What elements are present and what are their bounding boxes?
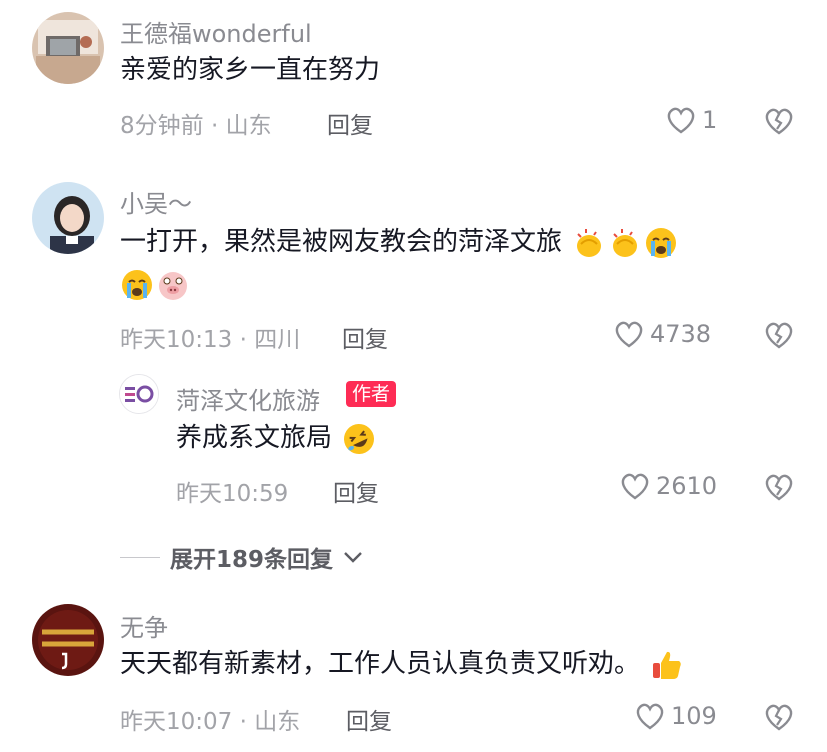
- expand-replies-button[interactable]: 展开189条回复: [120, 540, 363, 574]
- heart-icon: [615, 321, 643, 348]
- expand-replies-label: 展开189条回复: [170, 547, 334, 573]
- like-count: 2610: [656, 472, 718, 500]
- like-button[interactable]: 2610: [620, 472, 717, 500]
- like-button[interactable]: 1: [666, 106, 717, 134]
- comment-text-line2: [120, 266, 190, 302]
- comment-author[interactable]: 无争: [120, 608, 168, 643]
- reply-button[interactable]: 回复: [327, 106, 373, 140]
- comment-text-content: 一打开，果然是被网友教会的菏泽文旅: [120, 227, 563, 257]
- comment-text: 亲爱的家乡一直在努力: [120, 52, 380, 88]
- comment-meta: 昨天10:13 · 四川: [120, 327, 301, 353]
- reply-meta: 昨天10:59: [176, 481, 289, 507]
- heart-icon: [621, 473, 649, 500]
- rolling-on-floor-laughing-emoji: [344, 423, 375, 454]
- comment-text-content: 天天都有新素材，工作人员认真负责又听劝。: [120, 649, 641, 679]
- heart-icon: [667, 107, 695, 134]
- reply-button[interactable]: 回复: [342, 320, 388, 354]
- like-button[interactable]: 109: [635, 702, 717, 730]
- comment-author[interactable]: 小吴～: [120, 184, 192, 219]
- dislike-icon[interactable]: [764, 473, 794, 501]
- reply-text-content: 养成系文旅局: [176, 423, 333, 453]
- avatar[interactable]: [119, 374, 159, 414]
- dislike-icon[interactable]: [764, 107, 794, 135]
- clapping-hands-emoji: [613, 228, 638, 257]
- dislike-icon[interactable]: [764, 321, 794, 349]
- like-button[interactable]: 4738: [614, 320, 711, 348]
- reply-author[interactable]: 菏泽文化旅游: [176, 381, 320, 416]
- clapping-hands-emoji: [577, 228, 602, 257]
- loudly-crying-emoji: [122, 269, 152, 300]
- reply-button[interactable]: 回复: [333, 474, 379, 508]
- divider: [120, 556, 160, 558]
- comment-text: 一打开，果然是被网友教会的菏泽文旅: [120, 224, 678, 260]
- comment-author[interactable]: 王德福wonderful: [120, 14, 312, 49]
- like-count: 1: [702, 106, 718, 134]
- reply-button[interactable]: 回复: [346, 702, 392, 736]
- comment-meta: 昨天10:07 · 山东: [120, 709, 301, 735]
- author-badge: 作者: [346, 381, 397, 407]
- avatar[interactable]: [32, 182, 104, 254]
- chevron-down-icon: [344, 552, 362, 563]
- dislike-icon[interactable]: [764, 703, 794, 731]
- comment-meta: 8分钟前 · 山东: [120, 113, 272, 139]
- heart-icon: [636, 703, 664, 730]
- loudly-crying-emoji: [646, 227, 677, 258]
- comment-text-content: 亲爱的家乡一直在努力: [120, 55, 381, 85]
- avatar[interactable]: [32, 12, 104, 84]
- thumbs-up-emoji: [653, 651, 682, 679]
- like-count: 4738: [650, 320, 712, 348]
- avatar[interactable]: [32, 604, 104, 676]
- comment-text: 天天都有新素材，工作人员认真负责又听劝。: [120, 646, 684, 682]
- pig-face-emoji: [159, 271, 187, 300]
- like-count: 109: [671, 702, 717, 730]
- reply-text: 养成系文旅局: [176, 420, 376, 456]
